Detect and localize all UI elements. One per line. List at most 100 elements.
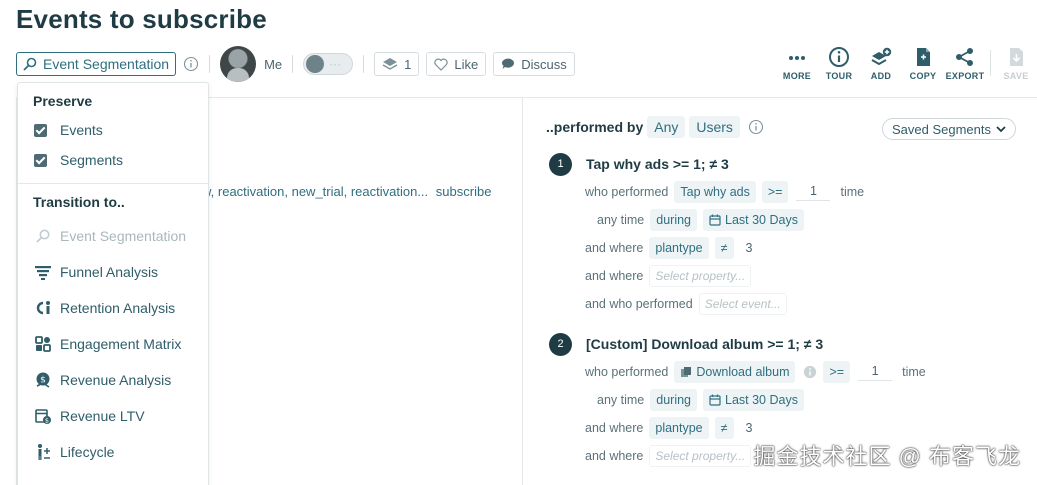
add-button[interactable]: ADD <box>860 46 902 81</box>
operator-selector[interactable]: >= <box>823 361 851 383</box>
watermark: 掘金技术社区 @ 布客飞龙 <box>753 444 1021 469</box>
info-icon[interactable] <box>748 119 764 135</box>
event-header: 2 [Custom] Download album >= 1; ≠ 3 <box>546 330 1016 358</box>
operator-selector[interactable]: >= <box>761 181 789 203</box>
calendar-icon <box>709 214 721 226</box>
save-button[interactable]: SAVE <box>995 46 1037 81</box>
property-selector[interactable]: plantype <box>649 417 709 439</box>
transition-label: Retention Analysis <box>60 300 176 316</box>
event-header: 1 Tap why ads >= 1; ≠ 3 <box>546 150 1016 178</box>
event-filter-target: subscribe <box>435 184 492 199</box>
more-label: MORE <box>782 71 812 81</box>
preserve-events-checkbox[interactable]: Events <box>18 115 208 145</box>
user-name: Me <box>264 56 283 72</box>
info-icon[interactable] <box>803 365 817 379</box>
revenue-icon: $ <box>36 372 50 388</box>
select-event-input[interactable]: Select event... <box>698 293 787 315</box>
transition-revenue-analysis[interactable]: $ Revenue Analysis <box>18 362 208 398</box>
saved-segments-dropdown[interactable]: Saved Segments <box>881 118 1016 140</box>
transition-engagement-matrix[interactable]: Engagement Matrix <box>18 326 208 362</box>
transition-event-segmentation[interactable]: Event Segmentation <box>18 218 208 254</box>
event-number-badge: 1 <box>549 152 572 176</box>
transition-label: Funnel Analysis <box>60 264 159 280</box>
count-input[interactable]: 1 <box>796 184 831 201</box>
time-row: any time during Last 30 Days <box>546 386 1016 414</box>
layers-icon <box>382 58 398 70</box>
preserve-events-label: Events <box>60 122 103 138</box>
time-row: any time during Last 30 Days <box>546 206 1016 234</box>
visibility-toggle[interactable]: ··· <box>303 53 354 75</box>
panel-divider <box>522 97 523 485</box>
tour-label: TOUR <box>825 71 853 81</box>
segment-panel: ..performed by Any Users Saved Segments … <box>546 110 1016 470</box>
checkbox-checked-icon <box>34 123 47 137</box>
preserve-segments-checkbox[interactable]: Segments <box>18 145 208 175</box>
event-title[interactable]: [Custom] Download album >= 1; ≠ 3 <box>586 336 823 352</box>
any-time-selector[interactable]: any time <box>597 213 644 227</box>
count-input[interactable]: 1 <box>858 364 893 381</box>
transition-label: Revenue LTV <box>60 408 145 424</box>
any-time-selector[interactable]: any time <box>597 393 644 407</box>
any-selector[interactable]: Any <box>647 116 686 138</box>
avatar[interactable] <box>220 46 257 82</box>
more-button[interactable]: MORE <box>776 46 818 81</box>
transition-funnel-analysis[interactable]: Funnel Analysis <box>18 254 208 290</box>
and-where-label: and where <box>585 241 644 255</box>
like-label: Like <box>454 56 479 72</box>
like-button[interactable]: Like <box>426 52 487 76</box>
more-icon <box>789 56 805 60</box>
divider <box>292 55 294 73</box>
performed-by-label: ..performed by <box>546 119 644 135</box>
discuss-label: Discuss <box>521 56 567 72</box>
tour-button[interactable]: TOUR <box>818 46 860 81</box>
and-who-performed-label: and who performed <box>585 297 693 311</box>
action-bar: MORE TOUR ADD COPY EXPORT SAVE <box>776 46 1037 81</box>
during-selector[interactable]: during <box>650 389 697 411</box>
tour-info-icon <box>829 47 849 67</box>
share-icon <box>956 48 973 66</box>
add-label: ADD <box>870 71 892 81</box>
select-property-input[interactable]: Select property... <box>649 445 752 467</box>
retention-icon <box>36 301 50 315</box>
property-operator[interactable]: ≠ <box>714 237 734 259</box>
who-performed-label: who performed <box>585 365 669 379</box>
transition-label: Engagement Matrix <box>60 336 182 352</box>
event-filter-summary[interactable]: w, reactivation, new_trial, reactivation… <box>202 184 491 199</box>
and-where-label: and where <box>585 421 644 435</box>
event-name-selector[interactable]: Tap why ads <box>674 181 756 203</box>
property-value[interactable]: 3 <box>746 421 753 435</box>
export-button[interactable]: EXPORT <box>944 46 986 81</box>
transition-retention-analysis[interactable]: Retention Analysis <box>18 290 208 326</box>
lifecycle-icon <box>38 444 50 460</box>
date-range-selector[interactable]: Last 30 Days <box>703 389 804 411</box>
info-icon[interactable] <box>183 56 199 72</box>
select-property-input[interactable]: Select property... <box>649 265 752 287</box>
transition-label: Revenue Analysis <box>60 372 172 388</box>
event-name-selector[interactable]: Download album <box>674 361 796 383</box>
where-row: and where plantype ≠ 3 <box>546 414 1016 442</box>
transition-lifecycle[interactable]: Lifecycle <box>18 434 208 470</box>
and-where-label: and where <box>585 269 644 283</box>
save-label: SAVE <box>1003 71 1029 81</box>
copy-button[interactable]: COPY <box>902 46 944 81</box>
date-range-selector[interactable]: Last 30 Days <box>703 209 804 231</box>
preserve-segments-label: Segments <box>60 152 124 168</box>
property-value[interactable]: 3 <box>746 241 753 255</box>
heart-icon <box>434 58 449 71</box>
layers-count: 1 <box>404 56 412 72</box>
divider <box>209 55 211 73</box>
transition-revenue-ltv[interactable]: $ Revenue LTV <box>18 398 208 434</box>
date-range-label: Last 30 Days <box>725 393 798 407</box>
date-range-label: Last 30 Days <box>725 213 798 227</box>
svg-text:$: $ <box>45 417 49 425</box>
divider <box>363 55 365 73</box>
during-selector[interactable]: during <box>650 209 697 231</box>
property-selector[interactable]: plantype <box>649 237 709 259</box>
discuss-button[interactable]: Discuss <box>493 52 575 76</box>
where-row-empty: and where Select property... <box>546 262 1016 290</box>
event-title[interactable]: Tap why ads >= 1; ≠ 3 <box>586 156 729 172</box>
property-operator[interactable]: ≠ <box>714 417 734 439</box>
users-selector[interactable]: Users <box>689 116 740 138</box>
layers-button[interactable]: 1 <box>374 52 420 76</box>
report-type-button[interactable]: Event Segmentation <box>16 52 177 76</box>
